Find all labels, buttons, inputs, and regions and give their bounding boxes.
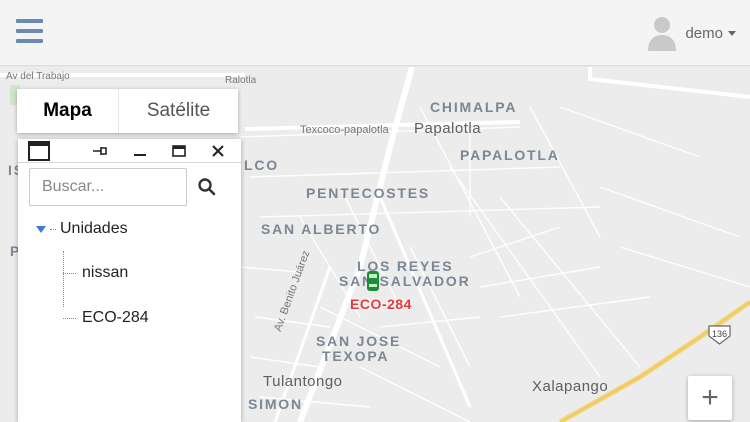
app-root: demo Av del Trabajo Ralotla Texcoco-papa… xyxy=(0,0,750,422)
tree-connector xyxy=(50,228,56,230)
tree-item-label: ECO-284 xyxy=(82,309,149,326)
tree-connector xyxy=(63,273,76,274)
zoom-in-button[interactable]: + xyxy=(688,376,732,420)
route-shield-number: 136 xyxy=(712,329,727,339)
user-avatar-icon xyxy=(647,15,677,51)
tree-item-nissan[interactable]: nissan xyxy=(82,263,128,283)
place-label: SAN JOSE xyxy=(316,333,402,349)
top-bar: demo xyxy=(0,0,750,66)
search-input[interactable] xyxy=(29,168,187,206)
map-type-satellite-button[interactable]: Satélite xyxy=(119,89,238,133)
minimize-icon[interactable] xyxy=(130,141,150,161)
user-menu[interactable]: demo xyxy=(647,14,736,52)
tree-node-unidades[interactable]: Unidades xyxy=(36,219,128,239)
road-label: Ralotla xyxy=(225,75,257,86)
town-label: Xalapango xyxy=(532,378,609,395)
map-type-control: Mapa Satélite xyxy=(17,89,238,133)
place-label: CHIMALPA xyxy=(430,99,518,115)
town-label: Tulantongo xyxy=(263,373,343,390)
tree-node-label: Unidades xyxy=(60,220,128,237)
tree-item-label: nissan xyxy=(82,264,129,281)
search-icon[interactable] xyxy=(196,176,218,198)
vehicle-label[interactable]: ECO-284 xyxy=(350,296,412,312)
pin-icon[interactable] xyxy=(90,141,110,161)
units-panel: Unidades nissan ECO-284 xyxy=(18,139,241,422)
vehicle-marker-icon[interactable] xyxy=(366,270,380,292)
panel-header[interactable] xyxy=(18,139,241,163)
maximize-icon[interactable] xyxy=(169,141,189,161)
place-label: SAN SALVADOR xyxy=(339,273,471,289)
place-label: PENTECOSTES xyxy=(306,185,431,201)
place-label: SIMON xyxy=(248,396,303,412)
road-label: Av del Trabajo xyxy=(6,71,70,82)
close-icon[interactable] xyxy=(208,141,228,161)
place-label: PAPALOTLA xyxy=(460,147,560,163)
map-type-map-button[interactable]: Mapa xyxy=(17,89,119,133)
tree-connector xyxy=(63,318,76,319)
town-label: Papalotla xyxy=(414,120,482,137)
place-label: SAN ALBERTO xyxy=(261,221,382,237)
place-label: LCO xyxy=(244,157,279,173)
hamburger-icon[interactable] xyxy=(16,19,43,43)
route-shield-icon: 136 xyxy=(707,324,732,346)
user-name: demo xyxy=(685,24,723,42)
place-label: TEXOPA xyxy=(322,348,390,364)
tree-connector xyxy=(63,251,64,307)
road-label: Texcoco-papalotla xyxy=(300,124,389,136)
window-icon[interactable] xyxy=(28,139,50,163)
tree-item-eco-284[interactable]: ECO-284 xyxy=(82,308,149,328)
expand-triangle-icon[interactable] xyxy=(36,225,46,233)
caret-down-icon xyxy=(728,30,736,36)
